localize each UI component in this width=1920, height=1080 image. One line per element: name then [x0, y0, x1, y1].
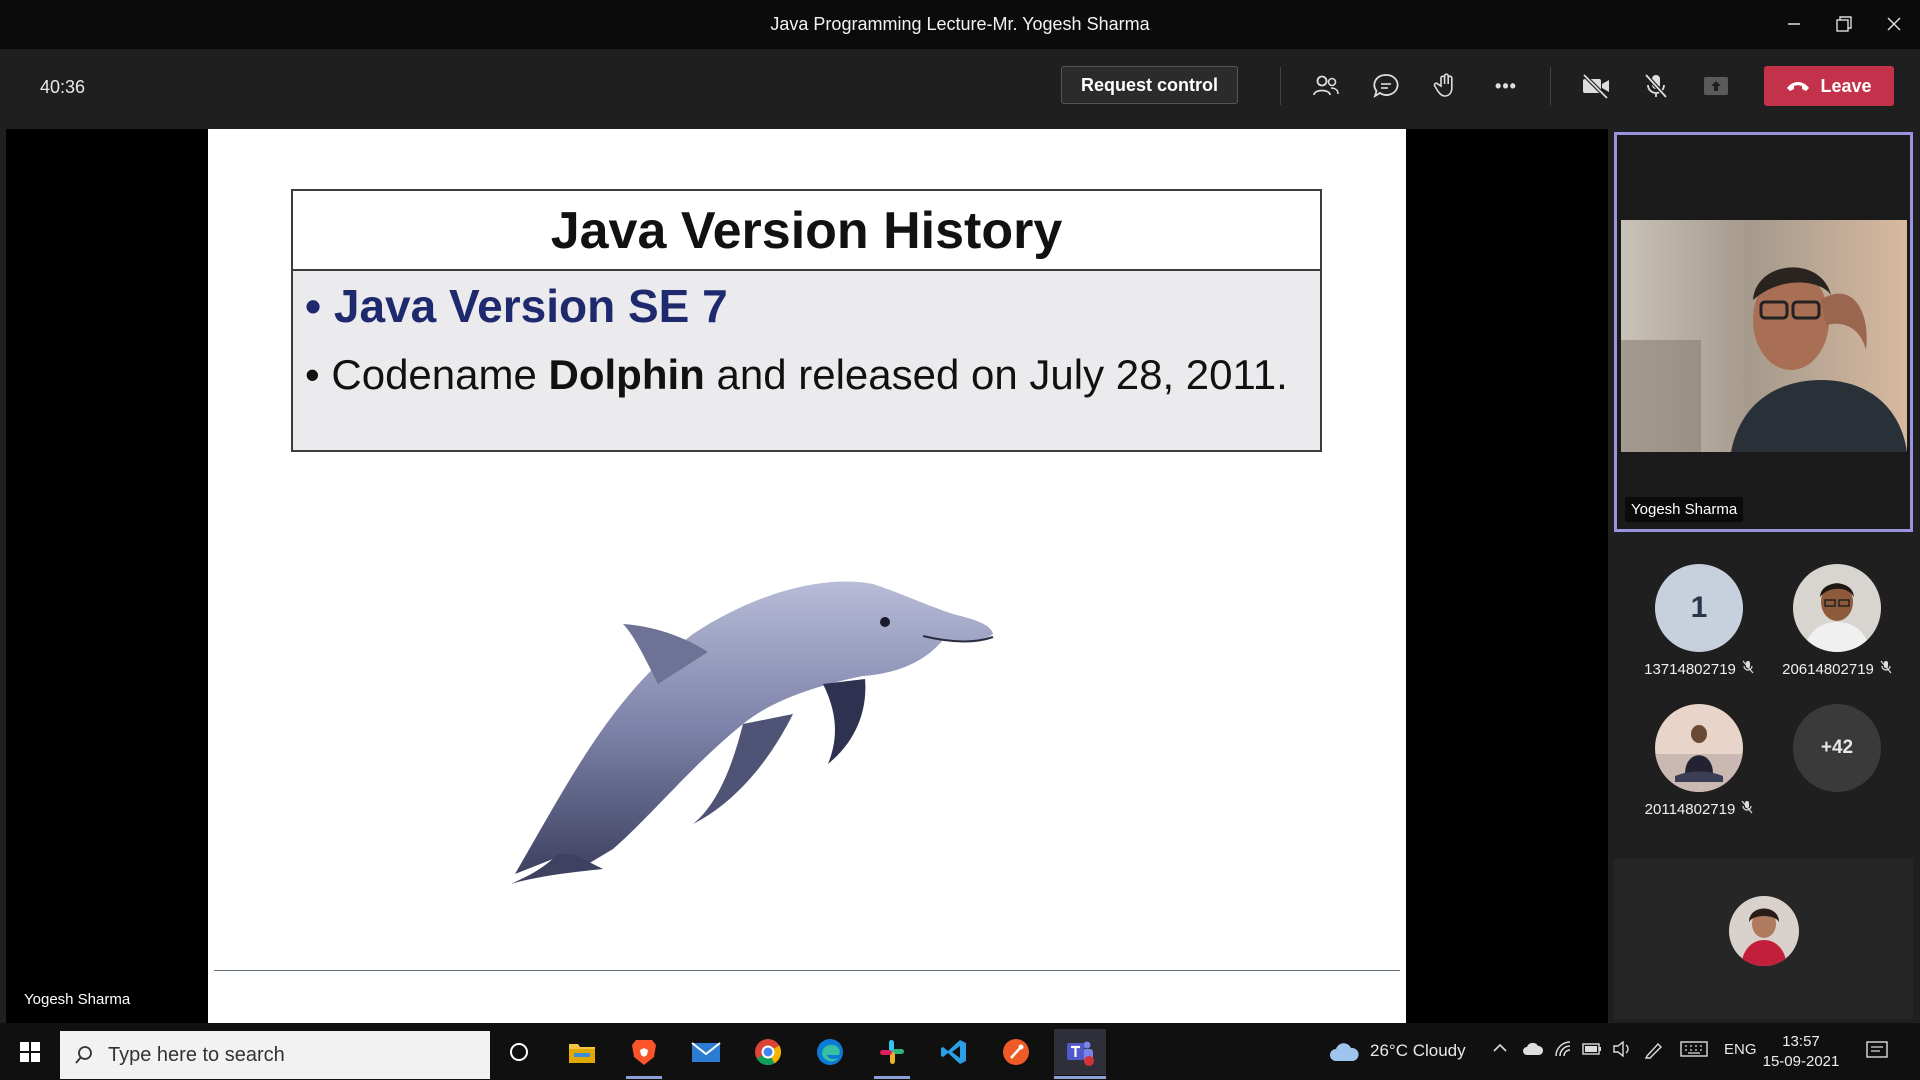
- file-explorer-icon[interactable]: [560, 1033, 604, 1071]
- toolbar-divider: [1280, 67, 1281, 105]
- more-icon[interactable]: •••: [1486, 67, 1526, 105]
- leave-button[interactable]: Leave: [1764, 66, 1894, 106]
- start-icon[interactable]: [8, 1033, 52, 1071]
- notifications-icon[interactable]: [1866, 1041, 1888, 1066]
- search-icon: [74, 1045, 94, 1065]
- wifi-icon[interactable]: [1554, 1041, 1574, 1062]
- slide-bullet-version: • Java Version SE 7: [305, 280, 728, 332]
- dolphin-image: [493, 524, 1013, 884]
- bullet-text: • Codename: [305, 351, 549, 398]
- restore-icon[interactable]: [1824, 6, 1864, 42]
- task-view-icon[interactable]: [497, 1033, 541, 1071]
- participant-tile[interactable]: 1 13714802719: [1634, 564, 1764, 678]
- clock-date: 15-09-2021: [1762, 1053, 1840, 1070]
- participant-tile[interactable]: 20114802719: [1634, 704, 1764, 818]
- presenter-name-label: Yogesh Sharma: [24, 991, 131, 1008]
- volume-icon[interactable]: [1612, 1040, 1632, 1062]
- edge-icon[interactable]: [808, 1033, 852, 1071]
- avatar: [1729, 896, 1799, 966]
- bullet-text: and released on July 28, 2011.: [704, 351, 1288, 398]
- system-clock[interactable]: 13:57 15-09-2021: [1753, 1032, 1849, 1072]
- avatar: [1655, 704, 1743, 792]
- raise-hand-icon[interactable]: [1426, 67, 1466, 105]
- people-icon[interactable]: [1306, 67, 1346, 105]
- bullet-bold-text: Dolphin: [548, 351, 705, 398]
- avatar: 1: [1655, 564, 1743, 652]
- pinned-participant-name: Yogesh Sharma: [1625, 497, 1744, 522]
- participant-name: 20614802719: [1782, 660, 1874, 678]
- language-indicator[interactable]: ENG: [1724, 1041, 1757, 1058]
- participant-name: 13714802719: [1644, 660, 1736, 678]
- mic-off-icon: [1742, 660, 1754, 678]
- presentation-slide: Java Version History • Java Version SE 7…: [208, 129, 1406, 1023]
- weather-text[interactable]: 26°C Cloudy: [1370, 1041, 1466, 1061]
- slide-divider: [214, 970, 1400, 971]
- slide-content-box: Java Version History • Java Version SE 7…: [291, 189, 1322, 452]
- postman-icon[interactable]: [994, 1033, 1038, 1071]
- mic-off-icon: [1741, 800, 1753, 818]
- mic-off-icon[interactable]: [1636, 67, 1676, 105]
- close-icon[interactable]: [1874, 6, 1914, 42]
- brave-icon[interactable]: [622, 1033, 666, 1071]
- participant-tile[interactable]: 20614802719: [1772, 564, 1902, 678]
- pinned-video-tile[interactable]: Yogesh Sharma: [1614, 132, 1913, 532]
- avatar: [1793, 564, 1881, 652]
- leave-label: Leave: [1820, 75, 1872, 96]
- more-participants-tile[interactable]: +42: [1772, 704, 1902, 792]
- phone-hangup-icon: [1786, 76, 1810, 97]
- participants-panel: Yogesh Sharma 1 13714802719 20614802719 …: [1608, 129, 1920, 1023]
- request-control-button[interactable]: Request control: [1061, 66, 1238, 104]
- taskbar-search-box[interactable]: Type here to search: [60, 1031, 490, 1079]
- pen-icon[interactable]: [1644, 1041, 1664, 1064]
- active-indicator: [1054, 1076, 1106, 1079]
- active-indicator: [626, 1076, 662, 1079]
- clock-time: 13:57: [1782, 1033, 1820, 1050]
- more-participants-count: +42: [1793, 704, 1881, 792]
- mail-icon[interactable]: [684, 1033, 728, 1071]
- battery-icon[interactable]: [1582, 1041, 1602, 1061]
- windows-taskbar: Type here to search 26°C Cloudy ENG 13:5…: [0, 1023, 1920, 1080]
- meeting-toolbar: 40:36 Request control ••• Leave: [0, 49, 1920, 129]
- window-title-bar: Java Programming Lecture-Mr. Yogesh Shar…: [0, 0, 1920, 49]
- share-tray-icon[interactable]: [1696, 67, 1736, 105]
- participant-video-tile[interactable]: [1614, 859, 1913, 1019]
- vscode-icon[interactable]: [932, 1033, 976, 1071]
- slide-title: Java Version History: [293, 191, 1320, 271]
- chrome-icon[interactable]: [746, 1033, 790, 1071]
- keyboard-icon[interactable]: [1680, 1041, 1708, 1062]
- toolbar-divider: [1550, 67, 1551, 105]
- active-indicator: [874, 1076, 910, 1079]
- slack-icon[interactable]: [870, 1033, 914, 1071]
- slide-bullet-codename: • Codename Dolphin and released on July …: [305, 351, 1288, 399]
- window-title: Java Programming Lecture-Mr. Yogesh Shar…: [770, 14, 1150, 34]
- onedrive-icon[interactable]: [1522, 1041, 1544, 1061]
- search-placeholder: Type here to search: [108, 1043, 285, 1066]
- participant-name: 20114802719: [1644, 800, 1736, 818]
- camera-off-icon[interactable]: [1576, 67, 1616, 105]
- chevron-up-icon[interactable]: [1492, 1041, 1508, 1059]
- mic-off-icon: [1880, 660, 1892, 678]
- minimize-icon[interactable]: [1774, 6, 1814, 42]
- meeting-timer: 40:36: [40, 77, 86, 97]
- presenter-video: [1621, 220, 1907, 452]
- chat-icon[interactable]: [1366, 67, 1406, 105]
- teams-icon[interactable]: [1054, 1029, 1106, 1075]
- cloud-weather-icon[interactable]: [1326, 1033, 1362, 1071]
